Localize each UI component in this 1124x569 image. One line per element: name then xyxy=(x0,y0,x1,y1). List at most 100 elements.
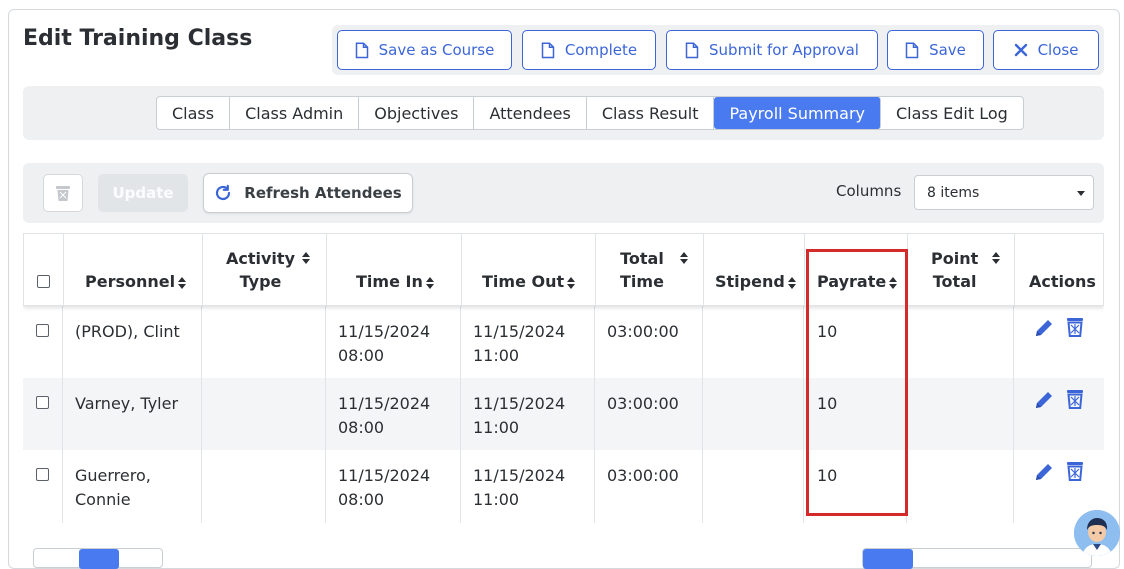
tab-payroll-summary[interactable]: Payroll Summary xyxy=(714,97,881,129)
page-title: Edit Training Class xyxy=(23,26,253,51)
column-divider xyxy=(594,306,595,523)
row-checkbox[interactable] xyxy=(36,468,49,481)
avatar-icon xyxy=(1074,510,1120,556)
header-stipend[interactable]: Stipend xyxy=(704,234,805,307)
time-out-cell: 11/15/2024 11:00 xyxy=(473,394,566,437)
payrate-highlight-box xyxy=(806,249,908,516)
save-as-course-button[interactable]: Save as Course xyxy=(337,30,512,70)
save-button[interactable]: Save xyxy=(887,30,984,70)
trash-icon[interactable] xyxy=(1065,316,1085,338)
column-divider xyxy=(62,306,63,523)
payroll-grid: (PROD), Clint 11/15/2024 08:00 11/15/2024… xyxy=(23,233,1104,523)
header-point-total[interactable]: Point Total xyxy=(908,234,1015,307)
table-row: Guerrero, Connie 11/15/2024 08:00 11/15/20… xyxy=(23,450,1104,522)
header-total-time[interactable]: Total Time xyxy=(596,234,704,307)
total-time-header-label-1: Total xyxy=(620,249,664,268)
pagination-left[interactable] xyxy=(33,548,163,569)
trash-icon[interactable] xyxy=(1065,388,1085,410)
close-button[interactable]: Close xyxy=(993,30,1099,70)
update-button[interactable]: Update xyxy=(98,174,188,212)
trash-icon xyxy=(56,186,70,201)
document-icon xyxy=(355,41,368,58)
pagination-right[interactable] xyxy=(862,548,1092,569)
personnel-cell: (PROD), Clint xyxy=(75,322,180,341)
chevron-down-icon xyxy=(1077,191,1085,196)
edit-pencil-icon[interactable] xyxy=(1033,389,1055,411)
sort-icon xyxy=(425,276,434,289)
personnel-header-label: Personnel xyxy=(85,272,176,291)
assistant-avatar[interactable] xyxy=(1074,510,1120,556)
personnel-cell: Guerrero, Connie xyxy=(75,466,151,509)
edit-pencil-icon[interactable] xyxy=(1033,317,1055,339)
sort-icon xyxy=(787,276,796,289)
header-time-out[interactable]: Time Out xyxy=(462,234,596,307)
tab-class[interactable]: Class xyxy=(157,97,231,129)
document-icon xyxy=(541,41,555,58)
sort-icon xyxy=(680,252,688,264)
total-time-cell: 03:00:00 xyxy=(607,322,679,341)
table-header: Personnel Activity Type Time In Time Out … xyxy=(23,233,1104,307)
document-icon xyxy=(905,41,919,58)
tab-objectives[interactable]: Objectives xyxy=(359,97,475,129)
sort-icon xyxy=(567,276,576,289)
time-in-cell: 11/15/2024 08:00 xyxy=(338,322,431,365)
activity-header-label-2: Type xyxy=(239,272,282,291)
document-icon xyxy=(685,41,699,58)
columns-label: Columns xyxy=(836,182,902,200)
pagination-active[interactable] xyxy=(863,549,913,569)
delete-selected-button[interactable] xyxy=(43,174,83,212)
point-total-header-label-1: Point xyxy=(931,249,979,268)
time-in-cell: 11/15/2024 08:00 xyxy=(338,394,431,437)
time-out-header-label: Time Out xyxy=(482,272,565,291)
row-checkbox[interactable] xyxy=(36,396,49,409)
refresh-attendees-button[interactable]: Refresh Attendees xyxy=(203,173,413,213)
tab-class-result[interactable]: Class Result xyxy=(587,97,715,129)
pagination-active[interactable] xyxy=(79,549,119,569)
activity-header-label-1: Activity xyxy=(226,249,295,268)
submit-for-approval-button[interactable]: Submit for Approval xyxy=(666,30,878,70)
tab-attendees[interactable]: Attendees xyxy=(474,97,587,129)
point-total-header-label-2: Total xyxy=(932,272,977,291)
complete-button[interactable]: Complete xyxy=(522,30,656,70)
column-divider xyxy=(460,306,461,523)
column-divider xyxy=(201,306,202,523)
trash-icon[interactable] xyxy=(1065,460,1085,482)
time-in-cell: 11/15/2024 08:00 xyxy=(338,466,431,509)
column-divider xyxy=(803,306,804,523)
header-time-in[interactable]: Time In xyxy=(327,234,462,307)
table-row: Varney, Tyler 11/15/2024 08:00 11/15/2024… xyxy=(23,378,1104,450)
column-divider xyxy=(325,306,326,523)
actions-header-label: Actions xyxy=(1029,272,1096,291)
column-divider xyxy=(702,306,703,523)
save-label: Save xyxy=(929,41,966,59)
table-row: (PROD), Clint 11/15/2024 08:00 11/15/2024… xyxy=(23,306,1104,378)
header-activity-type[interactable]: Activity Type xyxy=(203,234,327,307)
column-divider xyxy=(1013,306,1014,523)
tab-group: Class Class Admin Objectives Attendees C… xyxy=(156,96,1024,130)
columns-select-value: 8 items xyxy=(927,184,980,201)
time-out-cell: 11/15/2024 11:00 xyxy=(473,466,566,509)
sort-icon xyxy=(178,276,187,289)
sort-icon xyxy=(302,252,310,264)
sort-icon xyxy=(992,252,1000,264)
total-time-cell: 03:00:00 xyxy=(607,394,679,413)
time-out-cell: 11/15/2024 11:00 xyxy=(473,322,566,365)
header-personnel[interactable]: Personnel xyxy=(64,234,203,307)
personnel-cell: Varney, Tyler xyxy=(75,394,179,413)
submit-for-approval-label: Submit for Approval xyxy=(709,41,859,59)
columns-select[interactable]: 8 items xyxy=(914,175,1094,210)
refresh-attendees-label: Refresh Attendees xyxy=(244,184,402,202)
save-as-course-label: Save as Course xyxy=(378,41,495,59)
total-time-header-label-2: Time xyxy=(620,272,664,291)
stipend-header-label: Stipend xyxy=(715,272,785,291)
row-checkbox[interactable] xyxy=(36,324,49,337)
refresh-icon xyxy=(216,184,231,201)
edit-pencil-icon[interactable] xyxy=(1033,461,1055,483)
total-time-cell: 03:00:00 xyxy=(607,466,679,485)
close-label: Close xyxy=(1037,41,1079,59)
complete-label: Complete xyxy=(564,41,638,59)
select-all-checkbox[interactable] xyxy=(37,275,50,288)
tab-class-edit-log[interactable]: Class Edit Log xyxy=(881,97,1023,129)
header-select-col xyxy=(24,234,64,307)
tab-class-admin[interactable]: Class Admin xyxy=(230,97,360,129)
